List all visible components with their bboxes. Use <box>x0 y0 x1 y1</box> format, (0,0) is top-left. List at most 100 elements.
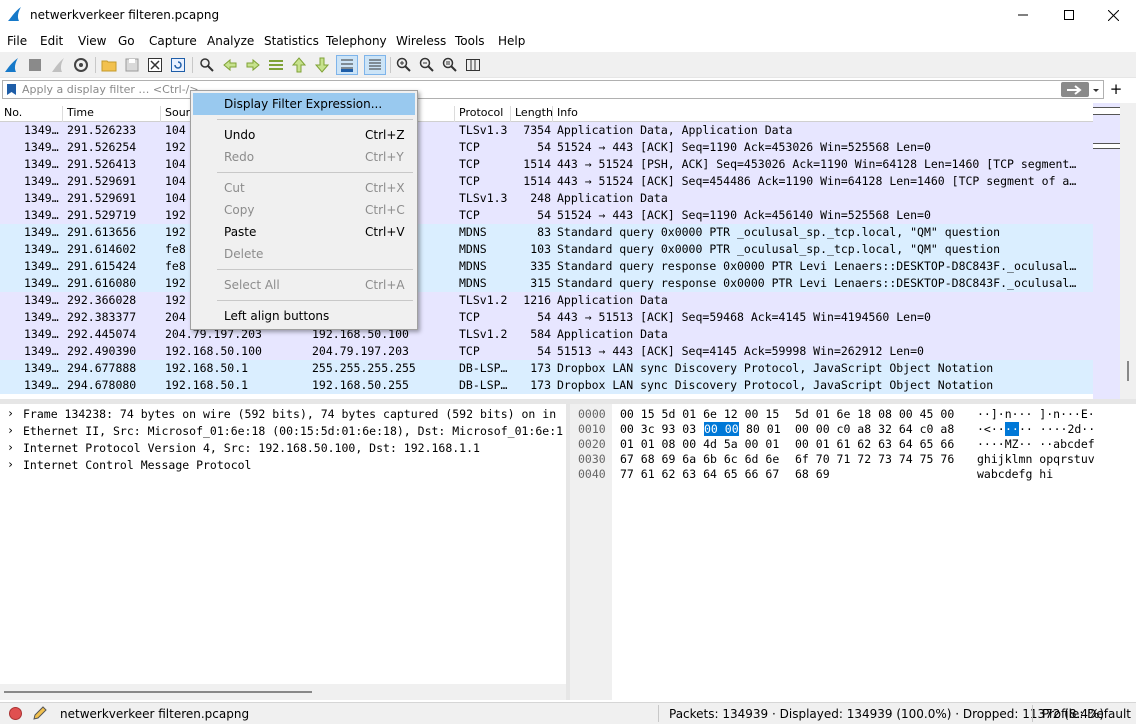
context-item-display-filter-expression[interactable]: Display Filter Expression... <box>193 93 415 115</box>
expand-chevron-icon[interactable]: › <box>7 406 14 420</box>
packet-row[interactable]: 1349… 291.526254 192 TCP 54 51524 → 443 [ACK]… <box>0 139 1093 156</box>
context-item-left-align-buttons[interactable]: Left align buttons <box>193 305 415 327</box>
packet-row[interactable]: 1349… 291.613656 192 MDNS 83 Standard query 0… <box>0 224 1093 241</box>
packet-row[interactable]: 1349… 294.678080 192.168.50.1 192.168.50.25… <box>0 377 1093 394</box>
context-item-shortcut: Ctrl+Z <box>365 128 405 142</box>
context-item-cut[interactable]: Cut Ctrl+X <box>193 177 415 199</box>
menu-wireless[interactable]: Wireless <box>396 34 446 48</box>
go-forward-button[interactable] <box>244 56 262 74</box>
normal-size-button[interactable] <box>441 56 459 74</box>
context-item-undo[interactable]: Undo Ctrl+Z <box>193 124 415 146</box>
stop-capture-button[interactable] <box>26 56 44 74</box>
apply-filter-button[interactable] <box>1061 82 1089 97</box>
horizontal-scrollbar[interactable] <box>0 684 566 700</box>
open-file-button[interactable] <box>100 56 118 74</box>
packet-row[interactable]: 1349… 294.677888 192.168.50.1 255.255.255.2… <box>0 360 1093 377</box>
packet-row[interactable]: 1349… 292.383377 204 TCP 54 443 → 51513 [ACK]… <box>0 309 1093 326</box>
packet-list[interactable]: No. Time Sour Protocol Length Info 1349…… <box>0 103 1093 399</box>
packet-details[interactable]: › Frame 134238: 74 bytes on wire (592 bi… <box>0 404 566 700</box>
ascii-bytes: ·· ····2d·· <box>1019 422 1096 436</box>
packet-time: 291.529691 <box>67 191 137 205</box>
go-to-packet-button[interactable] <box>267 56 285 74</box>
scrollbar-thumb[interactable] <box>4 691 312 693</box>
packet-time: 291.614602 <box>67 242 137 256</box>
menu-analyze[interactable]: Analyze <box>207 34 254 48</box>
close-button[interactable] <box>1090 0 1136 30</box>
add-filter-button[interactable]: + <box>1108 81 1124 97</box>
packet-row[interactable]: 1349… 291.529719 192 TCP 54 51524 → 443 [ACK]… <box>0 207 1093 224</box>
capture-options-button[interactable] <box>72 56 90 74</box>
find-packet-button[interactable] <box>198 56 216 74</box>
autoscroll-button[interactable] <box>336 55 358 75</box>
hex-selected-bytes: 00 00 <box>704 422 739 436</box>
packet-row[interactable]: 1349… 291.526413 104 TCP 1514 443 → 51524 [PS… <box>0 156 1093 173</box>
detail-ip[interactable]: › Internet Protocol Version 4, Src: 192.… <box>0 440 566 457</box>
packet-row[interactable]: 1349… 291.526233 104 TLSv1.3 7354 Application… <box>0 122 1093 139</box>
menu-telephony[interactable]: Telephony <box>326 34 387 48</box>
packet-row[interactable]: 1349… 291.616080 192 MDNS 315 Standard query … <box>0 275 1093 292</box>
menu-go[interactable]: Go <box>118 34 135 48</box>
packet-row[interactable]: 1349… 291.614602 fe8 MDNS 103 Standard query … <box>0 241 1093 258</box>
packet-proto: DB-LSP… <box>459 378 508 392</box>
zoom-in-button[interactable] <box>395 56 413 74</box>
context-item-copy[interactable]: Copy Ctrl+C <box>193 199 415 221</box>
detail-icmp[interactable]: › Internet Control Message Protocol <box>0 457 566 474</box>
packet-row[interactable]: 1349… 292.490390 192.168.50.100 204.79.197.… <box>0 343 1093 360</box>
start-capture-button[interactable] <box>3 56 21 74</box>
expand-chevron-icon[interactable]: › <box>7 457 14 471</box>
packet-len: 54 <box>537 344 551 358</box>
expand-chevron-icon[interactable]: › <box>7 423 14 437</box>
detail-frame[interactable]: › Frame 134238: 74 bytes on wire (592 bi… <box>0 406 566 423</box>
packet-row[interactable]: 1349… 292.445074 204.79.197.203 192.168.50.… <box>0 326 1093 343</box>
resize-columns-button[interactable] <box>464 56 482 74</box>
display-filter-input[interactable]: Apply a display filter … <Ctrl-/> <box>2 80 1104 99</box>
hex-bytes: 80 01 <box>746 422 781 436</box>
close-file-button[interactable] <box>146 56 164 74</box>
menu-file[interactable]: File <box>7 34 27 48</box>
maximize-button[interactable] <box>1046 0 1092 30</box>
packet-len: 1514 <box>523 157 551 171</box>
colorize-button[interactable] <box>364 55 386 75</box>
expand-chevron-icon[interactable]: › <box>7 440 14 454</box>
context-item-delete[interactable]: Delete <box>193 243 415 265</box>
packet-row[interactable]: 1349… 291.529691 104 TLSv1.3 248 Application … <box>0 190 1093 207</box>
detail-ethernet[interactable]: › Ethernet II, Src: Microsof_01:6e:18 (0… <box>0 423 566 440</box>
go-first-packet-button[interactable] <box>290 56 308 74</box>
status-profile[interactable]: Profile: Default <box>1042 707 1131 721</box>
hex-row[interactable]: 0000 00 15 5d 01 6e 12 00 15 5d 01 6e 18 0… <box>570 407 1136 422</box>
packet-len: 173 <box>530 378 551 392</box>
hex-row[interactable]: 0010 00 3c 93 03 00 00 80 01 00 00 c0 a8 32 … <box>570 422 1136 437</box>
packet-row[interactable]: 1349… 291.529691 104 TCP 1514 443 → 51524 [AC… <box>0 173 1093 190</box>
hex-row[interactable]: 0040 77 61 62 63 64 65 66 67 68 69 wabcdefg… <box>570 467 1136 482</box>
restart-icon <box>52 58 64 72</box>
expert-info-icon[interactable] <box>9 707 22 720</box>
menu-edit[interactable]: Edit <box>40 34 63 48</box>
packet-row[interactable]: 1349… 291.615424 fe8 MDNS 335 Standard query … <box>0 258 1093 275</box>
zoom-out-button[interactable] <box>418 56 436 74</box>
filter-history-dropdown[interactable] <box>1091 84 1103 96</box>
restart-capture-button[interactable] <box>49 56 67 74</box>
packet-list-scrollbar[interactable] <box>1093 103 1120 399</box>
go-last-packet-button[interactable] <box>313 56 331 74</box>
packet-row[interactable]: 1349… 292.366028 192 TLSv1.2 1216 Application… <box>0 292 1093 309</box>
reload-file-button[interactable] <box>169 56 187 74</box>
hex-row[interactable]: 0020 01 01 08 00 4d 5a 00 01 00 01 61 62 6… <box>570 437 1136 452</box>
context-item-redo[interactable]: Redo Ctrl+Y <box>193 146 415 168</box>
go-back-button[interactable] <box>221 56 239 74</box>
scrollbar-thumb[interactable] <box>1127 361 1129 381</box>
context-item-shortcut: Ctrl+C <box>365 203 405 217</box>
vertical-scrollbar[interactable] <box>1120 103 1136 399</box>
save-file-button[interactable] <box>123 56 141 74</box>
minimize-button[interactable] <box>1000 0 1046 30</box>
context-item-paste[interactable]: Paste Ctrl+V <box>193 221 415 243</box>
menu-tools[interactable]: Tools <box>455 34 485 48</box>
menu-help[interactable]: Help <box>498 34 525 48</box>
hex-row[interactable]: 0030 67 68 69 6a 6b 6c 6d 6e 6f 70 71 72 7… <box>570 452 1136 467</box>
menu-bar: File Edit View Go Capture Analyze Statis… <box>0 30 1136 52</box>
edit-comment-icon[interactable] <box>31 706 47 722</box>
menu-capture[interactable]: Capture <box>149 34 197 48</box>
menu-statistics[interactable]: Statistics <box>264 34 319 48</box>
packet-bytes[interactable]: 0000 00 15 5d 01 6e 12 00 15 5d 01 6e 18 0… <box>570 404 1136 700</box>
context-item-select-all[interactable]: Select All Ctrl+A <box>193 274 415 296</box>
menu-view[interactable]: View <box>78 34 106 48</box>
